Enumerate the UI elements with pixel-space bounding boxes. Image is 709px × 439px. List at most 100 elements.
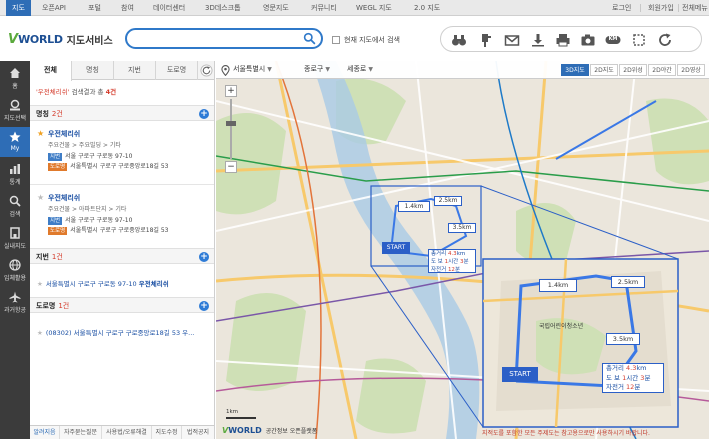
tab-jibun[interactable]: 지번 (114, 61, 156, 80)
info-walk-hours-unit: 시간 (626, 373, 639, 382)
airplane-icon (9, 291, 21, 303)
route-start-marker[interactable]: START (382, 242, 410, 254)
mail-icon[interactable] (504, 32, 520, 48)
summary-count: 4건 (105, 88, 117, 96)
thumbtack-icon[interactable] (478, 32, 494, 48)
sidebar-item-indoor-map[interactable]: 실내지도 (0, 223, 30, 253)
section-title: 도로명 (36, 302, 56, 310)
search-box (125, 28, 323, 49)
route-info-box: 총거리 4.3km 도 보 1시간 3분 자전거 12분 (602, 363, 664, 393)
route-segment-label: 3.5km (448, 223, 476, 233)
nav-all-menu[interactable]: 전체메뉴 (682, 0, 708, 16)
search-input[interactable] (135, 33, 295, 45)
print-icon[interactable] (555, 32, 571, 48)
refresh-icon[interactable] (200, 64, 213, 77)
list-item[interactable]: ★ (08302) 서울특별시 구로구 구로중앙로18길 53 우... (37, 327, 194, 337)
tab-name[interactable]: 명칭 (72, 61, 114, 80)
sidebar-item-3d-use[interactable]: 입체활용 (0, 255, 30, 285)
entry-name[interactable]: 우전체리쉬 (48, 129, 80, 139)
search-current-map-checkbox[interactable] (332, 36, 340, 44)
nav-webgl-map[interactable]: WEGL 지도 (356, 0, 392, 16)
km-icon[interactable]: KM (605, 32, 621, 48)
star-icon (9, 131, 21, 142)
camera-icon[interactable] (580, 32, 596, 48)
nav-participate[interactable]: 참여 (121, 0, 134, 16)
jibun-item-text: 서울특별시 구로구 구로동 97-10 (45, 280, 137, 288)
refresh-icon[interactable] (657, 32, 673, 48)
map-type-2d-image[interactable]: 2D영상 (677, 64, 705, 76)
panel-footer: 알려지음 자주묻는질문 사용법/오류해결 지도수정 법적공지 (30, 425, 214, 439)
left-icon-bar: 홈 지도선택 My 통계 검색 실내지도 입체활용 과거항공 (0, 61, 30, 439)
info-dist-unit: km (636, 364, 647, 372)
nav-map-2[interactable]: 2.0 지도 (414, 0, 440, 16)
road-badge: 도로명 (48, 163, 68, 171)
section-road: 도로명 1건 + (30, 297, 214, 313)
sidebar-item-home[interactable]: 홈 (0, 63, 30, 93)
footer-faq[interactable]: 자주묻는질문 (60, 426, 102, 439)
map-type-2d-satellite[interactable]: 2D위성 (619, 64, 647, 76)
route-start-marker[interactable]: START (502, 367, 538, 382)
location-dong-select[interactable]: 세종로 ▼ (347, 64, 373, 74)
sidebar-item-past-aerial[interactable]: 과거항공 (0, 287, 30, 317)
route-segment-label: 3.5km (606, 333, 640, 345)
entry-name[interactable]: 우전체리쉬 (48, 193, 80, 203)
star-icon[interactable]: ★ (37, 329, 43, 337)
search-icon[interactable] (303, 32, 316, 45)
tab-road[interactable]: 도로명 (156, 61, 198, 80)
footer-help[interactable]: 사용법/오류해결 (102, 426, 152, 439)
sidebar-item-stats[interactable]: 통계 (0, 159, 30, 189)
nav-english-map[interactable]: 영문지도 (263, 0, 289, 16)
sidebar-item-map-select[interactable]: 지도선택 (0, 95, 30, 125)
sidebar-label: 과거항공 (3, 307, 27, 314)
jibun-badge: 지번 (48, 153, 63, 161)
nav-signup[interactable]: 회원가입 (648, 0, 674, 16)
tab-all[interactable]: 전체 (30, 61, 72, 81)
binoculars-icon[interactable] (451, 32, 467, 48)
zoom-out-button[interactable]: − (225, 161, 237, 173)
download-icon[interactable] (530, 32, 546, 48)
entry-category: 주요건물 > 주요빌딩 > 기타 (48, 142, 121, 149)
map-footer-logo: VWORLD 공간정보 오픈플랫폼 (222, 426, 317, 435)
map-canvas[interactable]: 1.4km 2.5km 3.5km START 총거리 4.3km 도 보 1시… (216, 61, 709, 439)
nav-portal[interactable]: 포털 (88, 0, 101, 16)
nav-map[interactable]: 지도 (6, 0, 31, 16)
info-bike-label: 자전거 (431, 267, 447, 273)
expand-jibun-button[interactable]: + (199, 252, 209, 262)
zoom-slider-handle[interactable] (226, 121, 236, 126)
star-icon[interactable]: ★ (37, 129, 44, 138)
expand-road-button[interactable]: + (199, 301, 209, 311)
map-type-3d[interactable]: 3D지도 (561, 64, 589, 76)
logo-world: WORLD (228, 426, 262, 435)
footer-legal[interactable]: 법적공지 (182, 426, 214, 439)
location-city-select[interactable]: 서울특별시 ▼ (233, 64, 272, 74)
map-type-2d-night[interactable]: 2D야간 (648, 64, 676, 76)
place-label: 국립어린이청소년 (539, 323, 584, 330)
list-item[interactable]: ★ 서울특별시 구로구 구로동 97-10 우전체리쉬 (37, 278, 169, 288)
nav-datacenter[interactable]: 데이터센터 (153, 0, 185, 16)
star-icon[interactable]: ★ (37, 193, 44, 202)
sidebar-label: 입체활용 (3, 275, 27, 282)
footer-map-edit[interactable]: 지도수정 (152, 426, 182, 439)
logo-extra: 공간정보 오픈플랫폼 (265, 428, 318, 435)
sidebar-item-search[interactable]: 검색 (0, 191, 30, 221)
zoom-slider-track[interactable] (230, 99, 232, 159)
star-icon[interactable]: ★ (37, 280, 43, 288)
location-district-select[interactable]: 종로구 ▼ (304, 64, 330, 74)
nav-login[interactable]: 로그인 (612, 0, 631, 16)
globe-icon (9, 259, 21, 271)
section-title: 명칭 (36, 110, 49, 118)
nav-openapi[interactable]: 오픈API (42, 0, 66, 16)
zoom-in-button[interactable]: + (225, 85, 237, 97)
route-info-box: 총거리 4.3km 도 보 1시간 3분 자전거 12분 (428, 249, 476, 273)
indoor-map-icon (10, 227, 20, 239)
vworld-logo[interactable]: V WORLD 지도서비스 (8, 31, 113, 47)
sidebar-item-my[interactable]: My (0, 127, 30, 157)
crop-icon[interactable] (631, 32, 647, 48)
nav-3d-desktop[interactable]: 3D데스크톱 (205, 0, 241, 16)
footer-notice[interactable]: 알려지음 (30, 426, 60, 439)
nav-community[interactable]: 커뮤니티 (311, 0, 337, 16)
sidebar-label: 실내지도 (3, 243, 27, 250)
info-bike-label: 자전거 (606, 383, 624, 391)
map-type-2d[interactable]: 2D지도 (590, 64, 618, 76)
expand-name-button[interactable]: + (199, 109, 209, 119)
